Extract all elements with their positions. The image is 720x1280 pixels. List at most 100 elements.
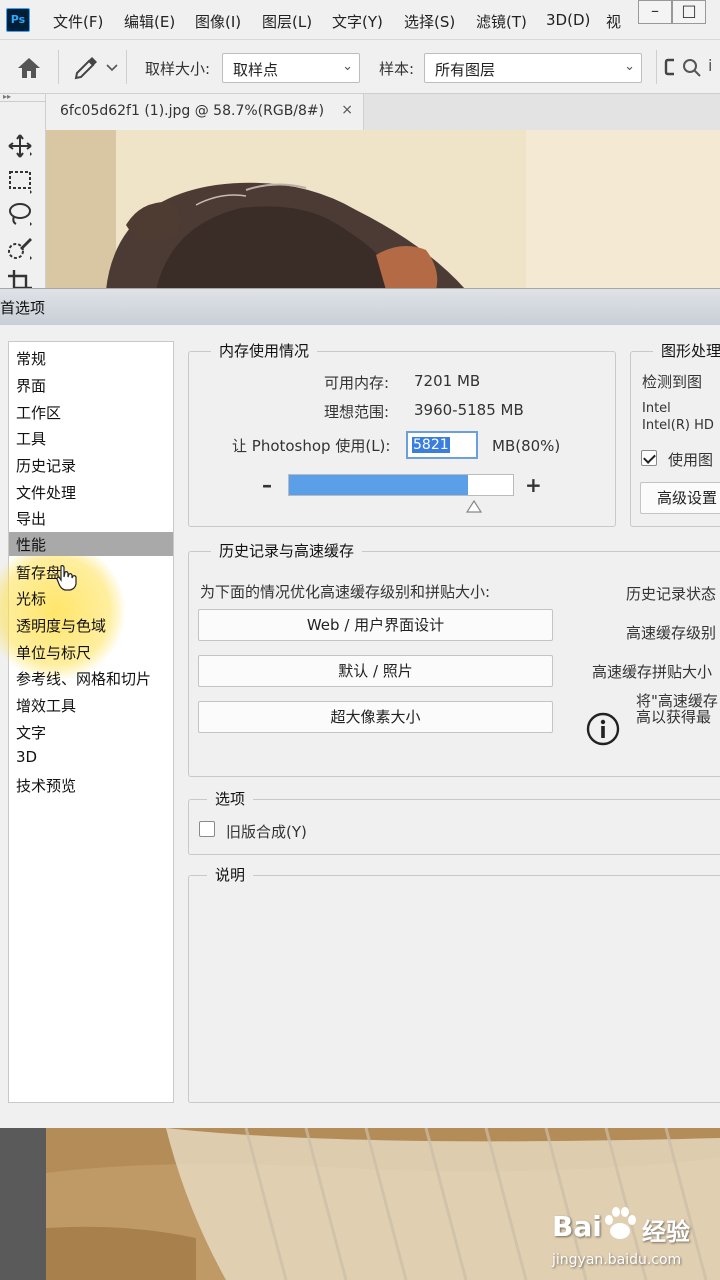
memory-slider-thumb[interactable] [466,500,482,514]
nav-item-workspace[interactable]: 工作区 [9,400,173,424]
sample-ring-icon[interactable] [664,58,676,76]
legacy-compositing-checkbox[interactable] [199,821,215,837]
nav-item-file-handling[interactable]: 文件处理 [9,480,173,504]
move-tool-icon[interactable] [6,132,36,162]
nav-item-guides-grid[interactable]: 参考线、网格和切片 [9,666,173,690]
use-gpu-checkbox[interactable] [641,450,657,466]
nav-item-tech-previews[interactable]: 技术预览 [9,773,173,797]
menu-layer[interactable]: 图层(L) [262,11,312,32]
menu-view[interactable]: 视 [606,11,621,32]
separator [126,50,127,84]
menu-filter[interactable]: 滤镜(T) [476,11,527,32]
photo-hair-image [46,130,720,290]
description-title: 说明 [207,864,254,885]
preferences-nav: 常规 界面 工作区 工具 历史记录 文件处理 导出 性能 暂存盘 光标 透明度与… [0,341,174,1103]
options-title: 选项 [207,788,254,809]
chevron-down-icon: ⌄ [624,59,635,74]
memory-slider[interactable] [288,474,514,496]
memory-decrease-button[interactable]: – [262,473,272,497]
graphics-processor-title: 图形处理 [653,340,720,361]
menu-image[interactable]: 图像(I) [195,11,241,32]
cache-info-line2: 高以获得最 [636,708,712,726]
nav-item-tools[interactable]: 工具 [9,426,173,450]
web-ui-design-button[interactable]: Web / 用户界面设计 [198,609,553,641]
lasso-tool-icon[interactable] [6,200,36,230]
sample-select[interactable]: 所有图层 ⌄ [424,53,642,83]
ideal-range-label: 理想范围: [324,403,390,421]
watermark-brand: Bai [552,1210,602,1243]
menu-select[interactable]: 选择(S) [404,11,455,32]
menu-type[interactable]: 文字(Y) [332,11,383,32]
sample-size-label: 取样大小: [145,60,211,78]
ideal-range-value: 3960-5185 MB [414,401,524,419]
chevron-down-icon[interactable] [106,64,118,72]
search-icon[interactable] [682,58,702,78]
memory-slider-fill [289,475,468,495]
nav-item-performance[interactable]: 性能 [9,532,173,556]
available-memory-value: 7201 MB [414,372,481,390]
nav-item-interface[interactable]: 界面 [9,373,173,397]
menu-bar: Ps 文件(F) 编辑(E) 图像(I) 图层(L) 文字(Y) 选择(S) 滤… [0,0,720,40]
nav-item-history[interactable]: 历史记录 [9,453,173,477]
cache-tile-size-label: 高速缓存拼贴大小 [592,663,713,681]
hand-cursor-icon [56,565,77,591]
cache-optimize-hint: 为下面的情况优化高速缓存级别和拼贴大小: [200,583,491,601]
nav-item-general[interactable]: 常规 [9,346,173,370]
gpu-advanced-button[interactable]: 高级设置 [640,482,720,514]
nav-item-3d[interactable]: 3D [9,746,173,770]
chevron-down-icon: ⌄ [342,59,353,74]
document-tab-strip: 6fc05d62f1 (1).jpg @ 58.7%(RGB/8#) × [46,94,720,130]
photoshop-window: Ps 文件(F) 编辑(E) 图像(I) 图层(L) 文字(Y) 选择(S) 滤… [0,0,720,1280]
menu-3d[interactable]: 3D(D) [546,11,590,29]
gpu-detected-label: 检测到图 [642,373,703,391]
gpu-vendor: Intel [642,401,671,416]
close-icon[interactable]: × [341,102,353,118]
sample-size-value: 取样点 [233,61,279,79]
memory-use-unit: MB(80%) [492,437,561,455]
menu-file[interactable]: 文件(F) [53,11,103,32]
eyedropper-icon[interactable] [72,54,100,82]
panel-collapse-icon[interactable]: ▸▸ [0,93,46,102]
memory-use-input[interactable]: 5821 [406,431,478,459]
default-photos-button[interactable]: 默认 / 照片 [198,655,553,687]
separator [58,50,59,84]
sample-label: 样本: [379,60,415,78]
history-states-label: 历史记录状态 [626,585,717,603]
available-memory-label: 可用内存: [324,374,390,392]
minimize-button[interactable]: – [638,0,672,24]
memory-use-label: 让 Photoshop 使用(L): [232,437,391,455]
info-icon [586,712,620,746]
nav-item-scratch-disks[interactable]: 暂存盘 [9,560,173,584]
nav-item-type[interactable]: 文字 [9,720,173,744]
sample-value: 所有图层 [435,61,496,79]
cache-info-line1: 将"高速缓存 [636,692,718,710]
marquee-tool-icon[interactable] [6,166,36,196]
memory-increase-button[interactable]: + [525,473,542,497]
home-icon[interactable] [16,56,42,80]
photoshop-logo-icon: Ps [6,8,30,32]
memory-usage-title: 内存使用情况 [211,340,318,361]
dialog-title: 首选项 [0,299,46,317]
info-icon[interactable]: i [708,56,712,75]
legacy-compositing-label: 旧版合成(Y) [226,823,307,841]
baidu-jingyan-watermark: Bai 经验 jingyan.baidu.com [552,1198,720,1280]
nav-item-cursors[interactable]: 光标 [9,586,173,610]
document-tab[interactable]: 6fc05d62f1 (1).jpg @ 58.7%(RGB/8#) × [46,94,364,130]
nav-item-plugins[interactable]: 增效工具 [9,693,173,717]
huge-pixel-size-button[interactable]: 超大像素大小 [198,701,553,733]
nav-item-export[interactable]: 导出 [9,506,173,530]
gpu-model: Intel(R) HD [642,418,714,433]
maximize-button[interactable]: □ [672,0,706,24]
watermark-url: jingyan.baidu.com [552,1252,682,1268]
separator [656,50,657,84]
cache-levels-label: 高速缓存级别 [626,624,717,642]
nav-item-units-rulers[interactable]: 单位与标尺 [9,640,173,664]
sample-size-select[interactable]: 取样点 ⌄ [222,53,360,83]
nav-item-transparency[interactable]: 透明度与色域 [9,613,173,637]
canvas-photo-top[interactable] [46,130,720,290]
dialog-title-bar[interactable]: 首选项 [0,289,720,325]
document-tab-title: 6fc05d62f1 (1).jpg @ 58.7%(RGB/8#) [60,103,325,119]
description-group: 说明 [188,864,720,1103]
quick-selection-tool-icon[interactable] [6,234,36,264]
menu-edit[interactable]: 编辑(E) [124,11,175,32]
